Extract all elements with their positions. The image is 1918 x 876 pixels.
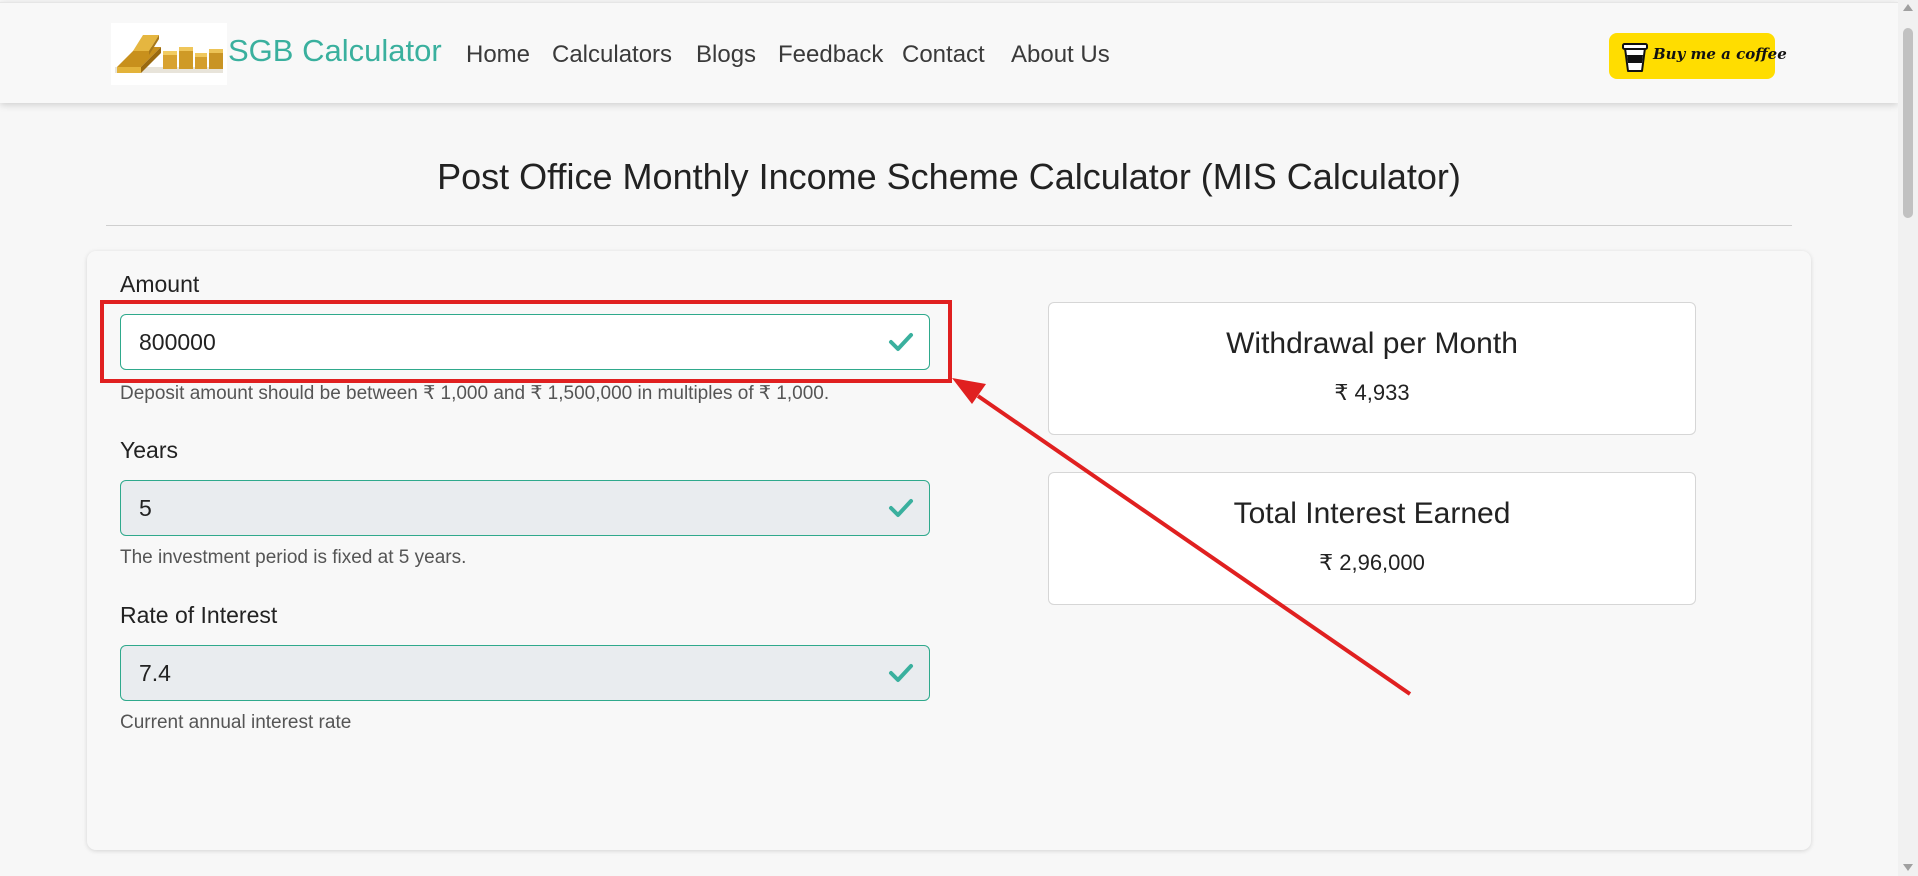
amount-input[interactable] <box>120 314 930 370</box>
scroll-thumb[interactable] <box>1903 28 1913 218</box>
amount-label: Amount <box>120 271 200 297</box>
years-help-text: The investment period is fixed at 5 year… <box>120 547 467 568</box>
amount-help-text: Deposit amount should be between ₹ 1,000… <box>120 383 830 404</box>
navbar: SGB Calculator Home Calculators Blogs Fe… <box>0 2 1898 103</box>
checkmark-icon <box>889 333 913 351</box>
nav-link-blogs[interactable]: Blogs <box>696 41 756 69</box>
nav-link-contact[interactable]: Contact <box>902 41 985 69</box>
brand-link[interactable]: SGB Calculator <box>228 33 442 69</box>
withdrawal-result-box: Withdrawal per Month ₹ 4,933 <box>1048 302 1696 435</box>
nav-link-feedback[interactable]: Feedback <box>778 41 883 69</box>
buy-me-a-coffee-button[interactable]: Buy me a coffee <box>1609 33 1787 79</box>
title-divider <box>106 225 1792 226</box>
rate-label: Rate of Interest <box>120 602 278 628</box>
years-input[interactable] <box>120 480 930 536</box>
coffee-button-label: Buy me a coffee <box>1653 45 1787 63</box>
scroll-down-arrow-icon[interactable] <box>1903 864 1913 871</box>
scroll-up-arrow-icon[interactable] <box>1903 4 1913 11</box>
checkmark-icon <box>889 664 913 682</box>
page-title: Post Office Monthly Income Scheme Calcul… <box>437 156 1461 197</box>
years-label: Years <box>120 437 178 463</box>
interest-result-box: Total Interest Earned ₹ 2,96,000 <box>1048 472 1696 605</box>
coffee-cup-icon <box>1622 43 1648 72</box>
nav-link-about-us[interactable]: About Us <box>1011 41 1110 69</box>
nav-link-home[interactable]: Home <box>466 41 530 69</box>
withdrawal-value: ₹ 4,933 <box>1334 380 1410 405</box>
page-scrollbar[interactable] <box>1898 0 1918 876</box>
interest-value: ₹ 2,96,000 <box>1319 550 1425 575</box>
interest-title: Total Interest Earned <box>1233 497 1511 530</box>
nav-link-calculators[interactable]: Calculators <box>552 41 672 69</box>
gold-bars-logo[interactable] <box>111 23 227 85</box>
withdrawal-title: Withdrawal per Month <box>1226 327 1518 360</box>
checkmark-icon <box>889 499 913 517</box>
rate-help-text: Current annual interest rate <box>120 712 352 733</box>
rate-input[interactable] <box>120 645 930 701</box>
